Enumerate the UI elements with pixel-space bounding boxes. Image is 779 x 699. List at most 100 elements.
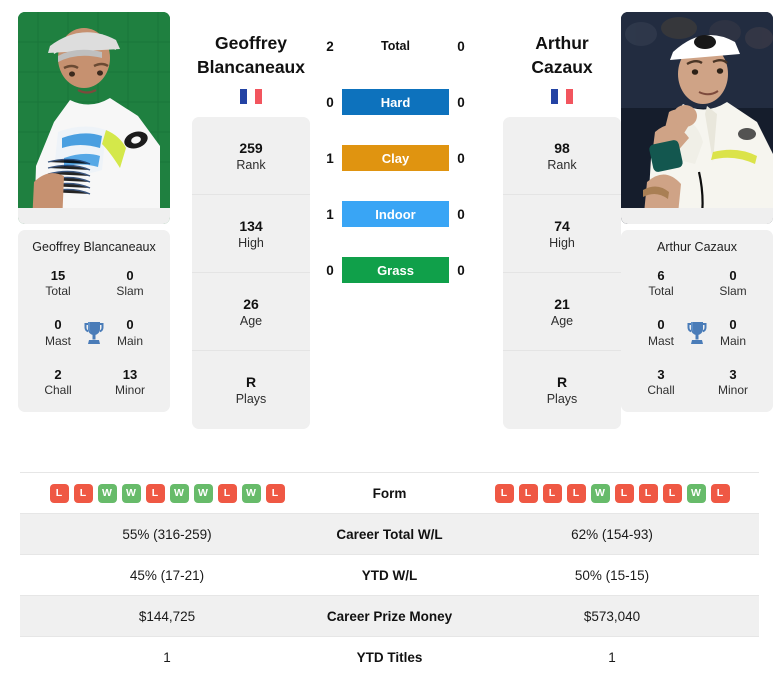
right-titles-total-value: 6 xyxy=(657,268,665,283)
left-form-badge-loss[interactable]: L xyxy=(265,483,285,503)
left-player-name-line2: Blancaneaux xyxy=(197,56,305,77)
left-form-strip: LLWWLWWLWL xyxy=(20,483,314,503)
h2h-left-score-total: 2 xyxy=(326,38,334,54)
h2h-row-hard: 0 Hard 0 xyxy=(318,88,473,116)
left-form-badge-win[interactable]: W xyxy=(193,483,213,503)
left-rank-cell: 259 Rank xyxy=(192,117,310,196)
right-titles-total: 6 Total xyxy=(625,268,697,299)
left-rank-label: Rank xyxy=(236,157,266,172)
trophy-icon xyxy=(685,320,709,346)
stat-label-form: Form xyxy=(314,472,465,514)
right-rank-label: Rank xyxy=(547,157,577,172)
left-form-badge-loss[interactable]: L xyxy=(73,483,93,503)
right-career-prize-money-value: $573,040 xyxy=(465,595,759,637)
left-form-badge-loss[interactable]: L xyxy=(49,483,69,503)
left-high-cell: 134 High xyxy=(192,195,310,274)
trophy-icon xyxy=(82,320,106,346)
h2h-right-score-hard: 0 xyxy=(457,94,465,110)
left-titles-total: 15 Total xyxy=(22,268,94,299)
right-career-card: Arthur Cazaux 6 Total 0 Slam 0 Mast 0 Ma… xyxy=(621,230,773,412)
right-form-badge-loss[interactable]: L xyxy=(518,483,538,503)
left-ytd-titles-value: 1 xyxy=(20,636,314,678)
h2h-row-grass: 0 Grass 0 xyxy=(318,256,473,284)
right-titles-slam-label: Slam xyxy=(719,284,747,299)
h2h-left-score-indoor: 1 xyxy=(326,206,334,222)
right-high-value: 74 xyxy=(554,217,570,234)
right-player-name-line2: Cazaux xyxy=(531,56,593,77)
right-form-badge-loss[interactable]: L xyxy=(710,483,730,503)
left-form-badge-loss[interactable]: L xyxy=(145,483,165,503)
h2h-right-score-indoor: 0 xyxy=(457,206,465,222)
h2h-left-score-clay: 1 xyxy=(326,150,334,166)
left-player-header: Geoffrey Blancaneaux xyxy=(192,12,310,105)
left-age-label: Age xyxy=(239,313,263,328)
right-titles-minor-value: 3 xyxy=(729,366,737,382)
left-career-card: Geoffrey Blancaneaux 15 Total 0 Slam 0 M… xyxy=(18,230,170,412)
right-plays-label: Plays xyxy=(546,392,578,407)
right-form-badge-loss[interactable]: L xyxy=(662,483,682,503)
right-meta-card: 98 Rank 74 High 21 Age R Plays xyxy=(503,117,621,430)
h2h-label-total: Total xyxy=(381,39,410,53)
right-titles-chall-label: Chall xyxy=(647,382,675,397)
h2h-left-score-grass: 0 xyxy=(326,262,334,278)
left-titles-slam: 0 Slam xyxy=(94,268,166,299)
right-form-strip: LLLLWLLLWL xyxy=(465,483,759,503)
right-player-photo[interactable] xyxy=(621,12,773,224)
left-plays-value: R xyxy=(245,374,257,391)
left-high-label: High xyxy=(238,235,264,250)
right-rank-cell: 98 Rank xyxy=(503,117,621,196)
right-age-cell: 21 Age xyxy=(503,273,621,352)
left-titles-total-label: Total xyxy=(45,284,71,299)
stat-label-ytd-titles: YTD Titles xyxy=(314,636,465,678)
right-ytd-w-l-value: 50% (15-15) xyxy=(465,554,759,596)
right-form-badge-loss[interactable]: L xyxy=(566,483,586,503)
right-form-value: LLLLWLLLWL xyxy=(465,472,759,514)
right-form-badge-loss[interactable]: L xyxy=(542,483,562,503)
left-age-value: 26 xyxy=(243,295,259,312)
left-titles-slam-label: Slam xyxy=(116,284,144,299)
left-titles-minor: 13 Minor xyxy=(94,367,166,398)
left-form-badge-win[interactable]: W xyxy=(169,483,189,503)
right-player-header: Arthur Cazaux xyxy=(503,12,621,105)
stat-label-career-total-w-l: Career Total W/L xyxy=(314,513,465,555)
left-meta-column: Geoffrey Blancaneaux 259 Rank 134 High 2… xyxy=(192,12,310,430)
fr-flag-icon xyxy=(240,89,262,105)
right-titles-minor-label: Minor xyxy=(717,382,748,397)
table-row: L L W W L W W L W L Form L L L L W L L L W L xyxy=(20,472,759,514)
table-row: 55% (316-259) Career Total W/L 62% (154-93… xyxy=(20,513,759,555)
left-form-badge-win[interactable]: W xyxy=(121,483,141,503)
h2h-row-total: 2 Total 0 xyxy=(318,32,473,60)
right-form-badge-loss[interactable]: L xyxy=(638,483,658,503)
left-rank-value: 259 xyxy=(239,139,263,156)
right-career-name: Arthur Cazaux xyxy=(657,240,737,254)
left-plays-label: Plays xyxy=(235,392,267,407)
h2h-label-clay[interactable]: Clay xyxy=(342,145,449,171)
table-row: 45% (17-21) YTD W/L 50% (15-15) xyxy=(20,554,759,596)
right-form-badge-loss[interactable]: L xyxy=(494,483,514,503)
left-form-badge-loss[interactable]: L xyxy=(217,483,237,503)
right-form-badge-loss[interactable]: L xyxy=(614,483,634,503)
left-career-name: Geoffrey Blancaneaux xyxy=(32,240,156,254)
right-titles-chall: 3 Chall xyxy=(625,367,697,398)
stat-label-ytd-w-l: YTD W/L xyxy=(314,554,465,596)
left-player-column: Geoffrey Blancaneaux 15 Total 0 Slam 0 M… xyxy=(18,12,170,412)
right-high-cell: 74 High xyxy=(503,195,621,274)
left-age-cell: 26 Age xyxy=(192,273,310,352)
right-titles-slam-value: 0 xyxy=(729,268,737,283)
h2h-right-score-total: 0 xyxy=(457,38,465,54)
right-form-badge-win[interactable]: W xyxy=(686,483,706,503)
left-form-badge-win[interactable]: W xyxy=(241,483,261,503)
left-form-badge-win[interactable]: W xyxy=(97,483,117,503)
h2h-left-score-hard: 0 xyxy=(326,94,334,110)
left-player-photo[interactable] xyxy=(18,12,170,224)
h2h-label-hard[interactable]: Hard xyxy=(342,89,449,115)
left-career-prize-money-value: $144,725 xyxy=(20,595,314,637)
right-form-badge-win[interactable]: W xyxy=(590,483,610,503)
left-form-value: LLWWLWWLWL xyxy=(20,472,314,514)
stat-label-career-prize-money: Career Prize Money xyxy=(314,595,465,637)
left-titles-chall: 2 Chall xyxy=(22,367,94,398)
h2h-label-grass[interactable]: Grass xyxy=(342,257,449,283)
h2h-label-indoor[interactable]: Indoor xyxy=(342,201,449,227)
right-titles-total-label: Total xyxy=(648,284,674,299)
left-titles-slam-value: 0 xyxy=(126,268,134,283)
